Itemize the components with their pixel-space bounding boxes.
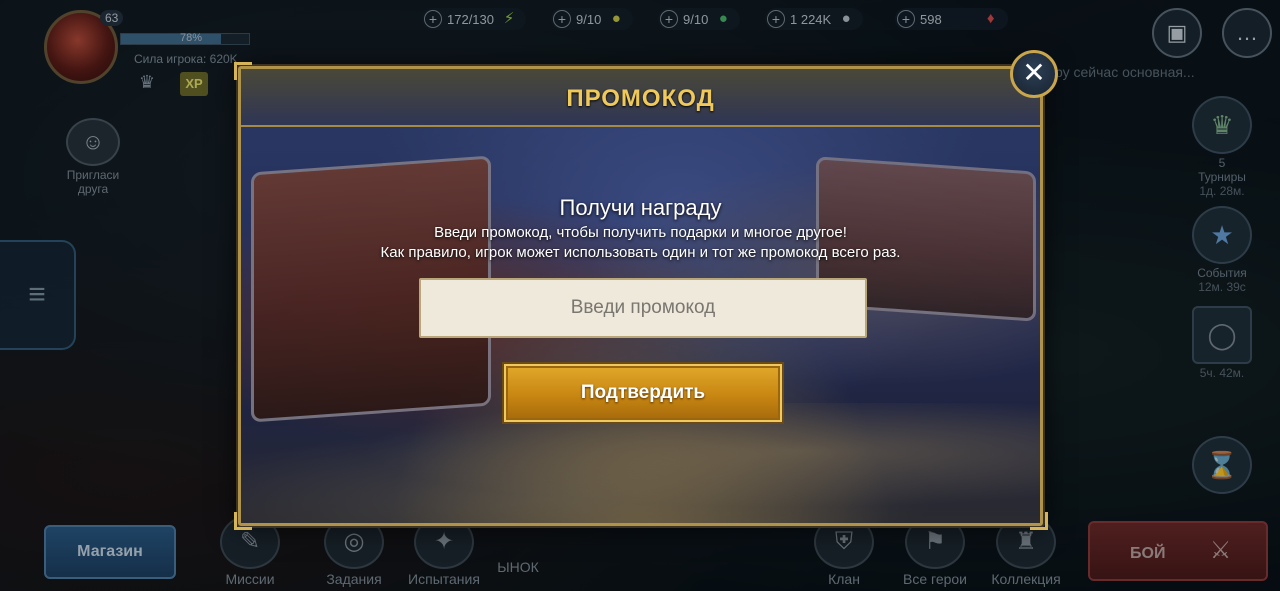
dialog-header: ПРОМОКОД [241, 69, 1040, 127]
close-icon: ✕ [1022, 57, 1046, 88]
reward-heading: Получи награду [559, 195, 722, 220]
promo-code-input[interactable] [419, 278, 867, 338]
reward-description-line-2: Как правило, игрок может использовать од… [380, 244, 901, 261]
dialog-title: ПРОМОКОД [566, 85, 715, 112]
confirm-button[interactable]: Подтвердить [504, 364, 782, 422]
frame-corner-ornament [1030, 512, 1048, 530]
reward-description-line-1: Введи промокод, чтобы получить подарки и… [434, 224, 847, 241]
frame-corner-ornament [234, 512, 252, 530]
reward-description: Введи промокод, чтобы получить подарки и… [241, 223, 1040, 263]
close-dialog-button[interactable]: ✕ [1010, 50, 1058, 98]
frame-corner-ornament [234, 62, 252, 80]
promo-code-dialog: ПРОМОКОД Получи награду Введи промокод, … [238, 66, 1043, 526]
